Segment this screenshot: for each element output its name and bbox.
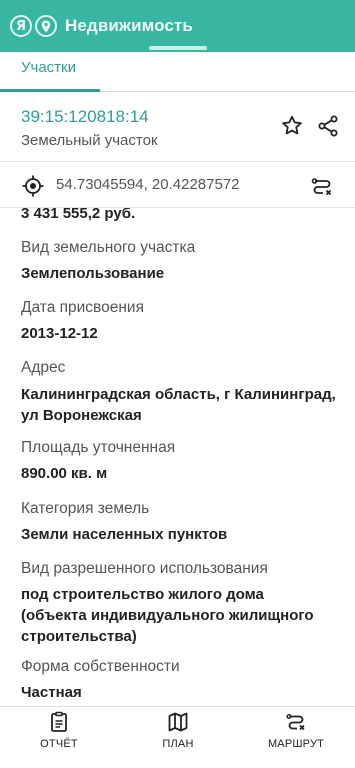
favorite-star-icon[interactable] <box>280 114 304 138</box>
field-value-land-kind: Землепользование <box>21 265 165 282</box>
route-swap-icon[interactable] <box>310 174 334 198</box>
bottom-nav: ОТЧЁТ ПЛАН МАРШРУТ <box>0 706 355 768</box>
crosshair-target-icon[interactable] <box>22 175 44 197</box>
coordinates-row: 54.73045594, 20.42287572 <box>0 162 355 208</box>
tab-bar: Участки <box>0 52 355 92</box>
coordinates-text[interactable]: 54.73045594, 20.42287572 <box>56 176 240 193</box>
field-label-land-kind: Вид земельного участка <box>21 239 196 256</box>
nav-plan-button[interactable]: ПЛАН <box>138 711 218 750</box>
map-icon <box>168 712 188 732</box>
field-value-permitted-use: под строительство жилого дома (объекта и… <box>21 586 314 645</box>
field-label-address: Адрес <box>21 359 66 376</box>
nav-report-button[interactable]: ОТЧЁТ <box>19 711 99 750</box>
field-label-permitted-use: Вид разрешенного использования <box>21 560 268 577</box>
parcel-header: 39:15:120818:14 Земельный участок <box>0 92 355 162</box>
field-value-address[interactable]: Калининградская область, г Калининград, … <box>21 384 351 426</box>
location-pin-logo-icon <box>35 15 57 37</box>
nav-plan-label: ПЛАН <box>162 738 194 750</box>
app-title: Недвижимость <box>65 16 193 35</box>
report-icon <box>51 711 67 732</box>
field-value-land-category: Земли населенных пунктов <box>21 526 228 543</box>
field-value-assign-date: 2013-12-12 <box>21 325 98 342</box>
app-screen: Я Недвижимость Участки 39:15:120818:14 З… <box>0 0 355 768</box>
field-label-ownership: Форма собственности <box>21 658 180 675</box>
field-value-ownership: Частная <box>21 684 82 701</box>
nav-route-button[interactable]: МАРШРУТ <box>256 711 336 750</box>
yandex-logo[interactable]: Я <box>10 15 60 37</box>
nav-report-label: ОТЧЁТ <box>40 738 78 750</box>
cadastral-value-cut: 3 431 555,2 руб. <box>21 208 136 222</box>
parcel-details: 3 431 555,2 руб. Вид земельного участка … <box>0 208 355 706</box>
share-icon[interactable] <box>316 114 340 138</box>
field-label-area: Площадь уточненная <box>21 439 176 456</box>
field-label-assign-date: Дата присвоения <box>21 299 144 316</box>
yandex-logo-icon: Я <box>10 15 32 37</box>
tab-parcels[interactable]: Участки <box>21 59 76 76</box>
cadastral-number[interactable]: 39:15:120818:14 <box>21 107 149 127</box>
app-header: Я Недвижимость <box>0 0 355 52</box>
field-value-area: 890.00 кв. м <box>21 465 108 482</box>
field-label-land-category: Категория земель <box>21 500 150 517</box>
route-icon <box>286 713 305 731</box>
sheet-drag-handle[interactable] <box>148 46 207 50</box>
nav-route-label: МАРШРУТ <box>267 738 325 750</box>
parcel-type: Земельный участок <box>21 132 158 149</box>
